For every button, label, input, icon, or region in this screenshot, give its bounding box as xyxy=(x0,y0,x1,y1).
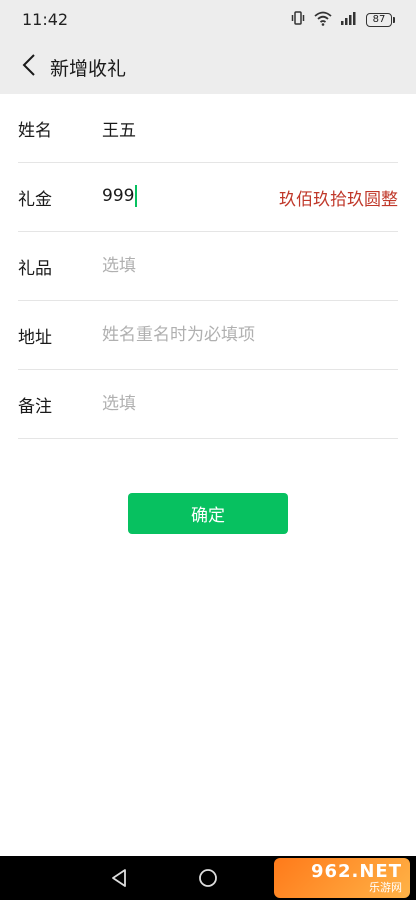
form-row-address: 地址 xyxy=(18,301,398,370)
nav-bar: 新增收礼 xyxy=(0,40,416,94)
address-input[interactable] xyxy=(102,315,302,355)
form-row-amount: 礼金 999 玖佰玖拾玖圆整 xyxy=(18,163,398,232)
address-label: 地址 xyxy=(18,328,52,348)
watermark-main-text: 962.NET xyxy=(310,861,402,882)
amount-label: 礼金 xyxy=(18,190,52,210)
watermark-sub-text: 乐游网 xyxy=(369,881,402,894)
signal-icon xyxy=(340,10,358,30)
status-time: 11:42 xyxy=(22,10,69,29)
back-button[interactable] xyxy=(12,50,46,84)
site-watermark-logo: 962.NET 乐游网 xyxy=(274,858,410,898)
amount-input[interactable]: 999 xyxy=(102,185,138,207)
name-input[interactable] xyxy=(102,108,302,148)
form-row-gift: 礼品 xyxy=(18,232,398,301)
status-bar: 11:42 87 xyxy=(0,0,416,40)
status-icons: 87 xyxy=(290,10,395,30)
form-row-note: 备注 xyxy=(18,370,398,439)
page-title: 新增收礼 xyxy=(50,58,127,80)
amount-value-text: 999 xyxy=(102,186,135,206)
back-triangle-icon[interactable] xyxy=(107,866,131,890)
gift-label: 礼品 xyxy=(18,259,52,279)
chevron-left-icon xyxy=(22,53,36,81)
note-label: 备注 xyxy=(18,397,52,417)
wifi-icon xyxy=(314,10,332,30)
confirm-button[interactable]: 确定 xyxy=(128,493,288,534)
form-row-name: 姓名 xyxy=(18,94,398,163)
name-label: 姓名 xyxy=(18,121,52,141)
battery-icon: 87 xyxy=(366,13,395,27)
system-nav-bar: 962.NET 乐游网 xyxy=(0,856,416,900)
note-input[interactable] xyxy=(102,384,302,424)
gift-form: 姓名 礼金 999 玖佰玖拾玖圆整 礼品 地址 备注 xyxy=(0,94,416,439)
amount-in-words: 玖佰玖拾玖圆整 xyxy=(279,190,398,210)
vibrate-icon xyxy=(290,10,306,30)
home-circle-icon[interactable] xyxy=(196,866,220,890)
gift-input[interactable] xyxy=(102,246,302,286)
text-caret xyxy=(135,185,138,207)
